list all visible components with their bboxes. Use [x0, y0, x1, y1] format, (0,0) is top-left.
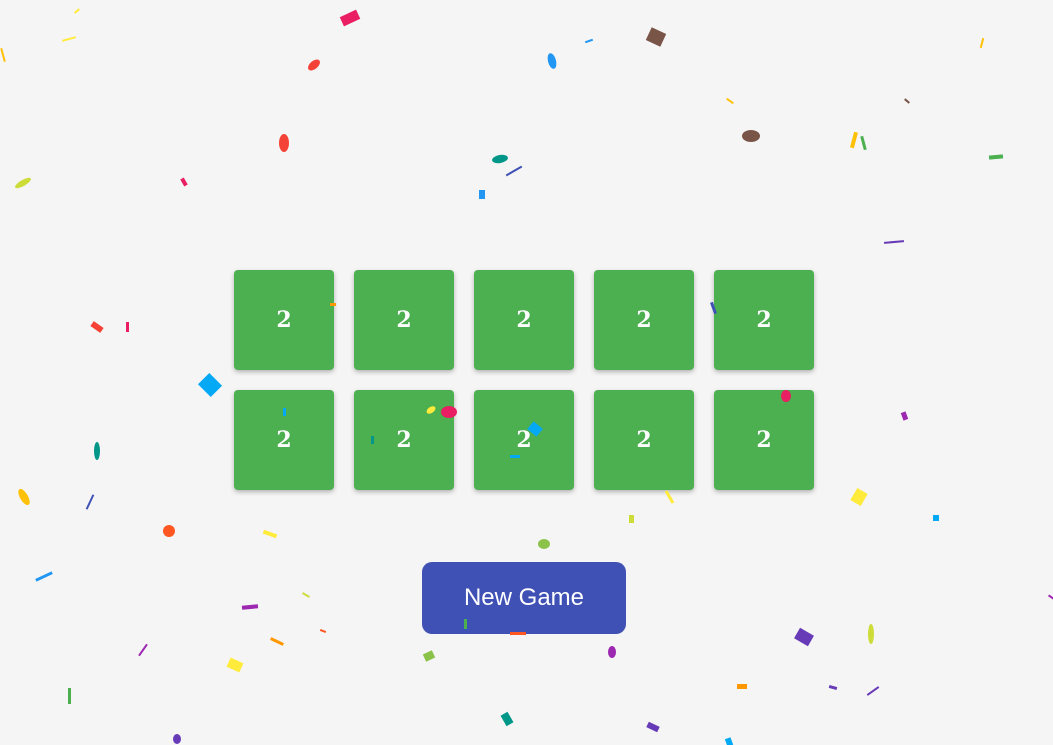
confetti-piece	[491, 153, 509, 165]
tile-value: 2	[516, 307, 532, 333]
tile[interactable]: 2	[474, 390, 574, 490]
confetti-piece	[126, 322, 129, 332]
tile[interactable]: 2	[474, 270, 574, 370]
confetti-piece	[629, 515, 634, 523]
confetti-piece	[726, 97, 734, 105]
tile-value: 2	[276, 307, 292, 333]
confetti-piece	[94, 442, 100, 460]
confetti-piece	[197, 372, 223, 398]
confetti-piece	[138, 643, 148, 657]
confetti-piece	[849, 131, 859, 149]
tile[interactable]: 2	[354, 270, 454, 370]
confetti-piece	[68, 688, 71, 704]
confetti-piece	[85, 494, 95, 510]
tile-value: 2	[636, 427, 652, 453]
confetti-piece	[279, 134, 289, 152]
new-game-button[interactable]: New Game	[422, 562, 626, 634]
confetti-piece	[546, 52, 558, 70]
tile[interactable]: 2	[234, 270, 334, 370]
confetti-piece	[868, 624, 874, 644]
confetti-piece	[883, 240, 905, 244]
tile-value: 2	[756, 307, 772, 333]
confetti-piece	[302, 592, 310, 598]
confetti-piece	[74, 8, 80, 14]
confetti-piece	[479, 190, 485, 199]
tile-value: 2	[636, 307, 652, 333]
game-screen: 2 2 2 2 2 2 2 2 2 2 New Game	[0, 0, 1053, 745]
tile-board: 2 2 2 2 2 2 2 2 2 2	[234, 270, 814, 490]
confetti-piece	[737, 684, 747, 689]
confetti-piece	[988, 154, 1004, 160]
confetti-piece	[505, 165, 523, 177]
confetti-piece	[933, 515, 939, 521]
confetti-piece	[724, 737, 734, 745]
confetti-piece	[226, 657, 244, 673]
confetti-piece	[608, 646, 616, 658]
confetti-piece	[866, 686, 880, 696]
confetti-piece	[742, 130, 760, 142]
tile-value: 2	[516, 427, 532, 453]
tile-value: 2	[756, 427, 772, 453]
confetti-piece	[262, 529, 278, 539]
confetti-piece	[13, 175, 33, 191]
tile[interactable]: 2	[354, 390, 454, 490]
tile[interactable]: 2	[714, 270, 814, 370]
confetti-piece	[500, 711, 514, 727]
tile[interactable]: 2	[594, 390, 694, 490]
confetti-piece	[794, 627, 814, 647]
confetti-piece	[1047, 594, 1053, 600]
confetti-piece	[0, 47, 6, 63]
confetti-piece	[422, 650, 436, 662]
confetti-piece	[900, 411, 909, 421]
confetti-piece	[860, 135, 867, 151]
confetti-piece	[241, 604, 259, 610]
confetti-piece	[163, 525, 175, 537]
tile[interactable]: 2	[714, 390, 814, 490]
confetti-piece	[979, 37, 985, 49]
tile-value: 2	[276, 427, 292, 453]
confetti-piece	[319, 629, 327, 633]
confetti-piece	[173, 734, 181, 744]
confetti-piece	[306, 57, 322, 73]
confetti-piece	[904, 98, 910, 104]
confetti-piece	[270, 637, 284, 646]
confetti-piece	[538, 539, 550, 549]
confetti-piece	[646, 721, 660, 733]
confetti-piece	[664, 490, 675, 504]
confetti-piece	[584, 38, 594, 44]
confetti-piece	[828, 685, 838, 690]
tile[interactable]: 2	[594, 270, 694, 370]
confetti-piece	[61, 36, 77, 42]
confetti-piece	[645, 27, 667, 47]
confetti-piece	[35, 571, 53, 582]
tile[interactable]: 2	[234, 390, 334, 490]
confetti-piece	[180, 177, 188, 187]
confetti-piece	[16, 487, 32, 507]
confetti-piece	[850, 487, 868, 507]
tile-value: 2	[396, 427, 412, 453]
tile-value: 2	[396, 307, 412, 333]
confetti-piece	[90, 321, 104, 333]
confetti-piece	[339, 9, 361, 27]
